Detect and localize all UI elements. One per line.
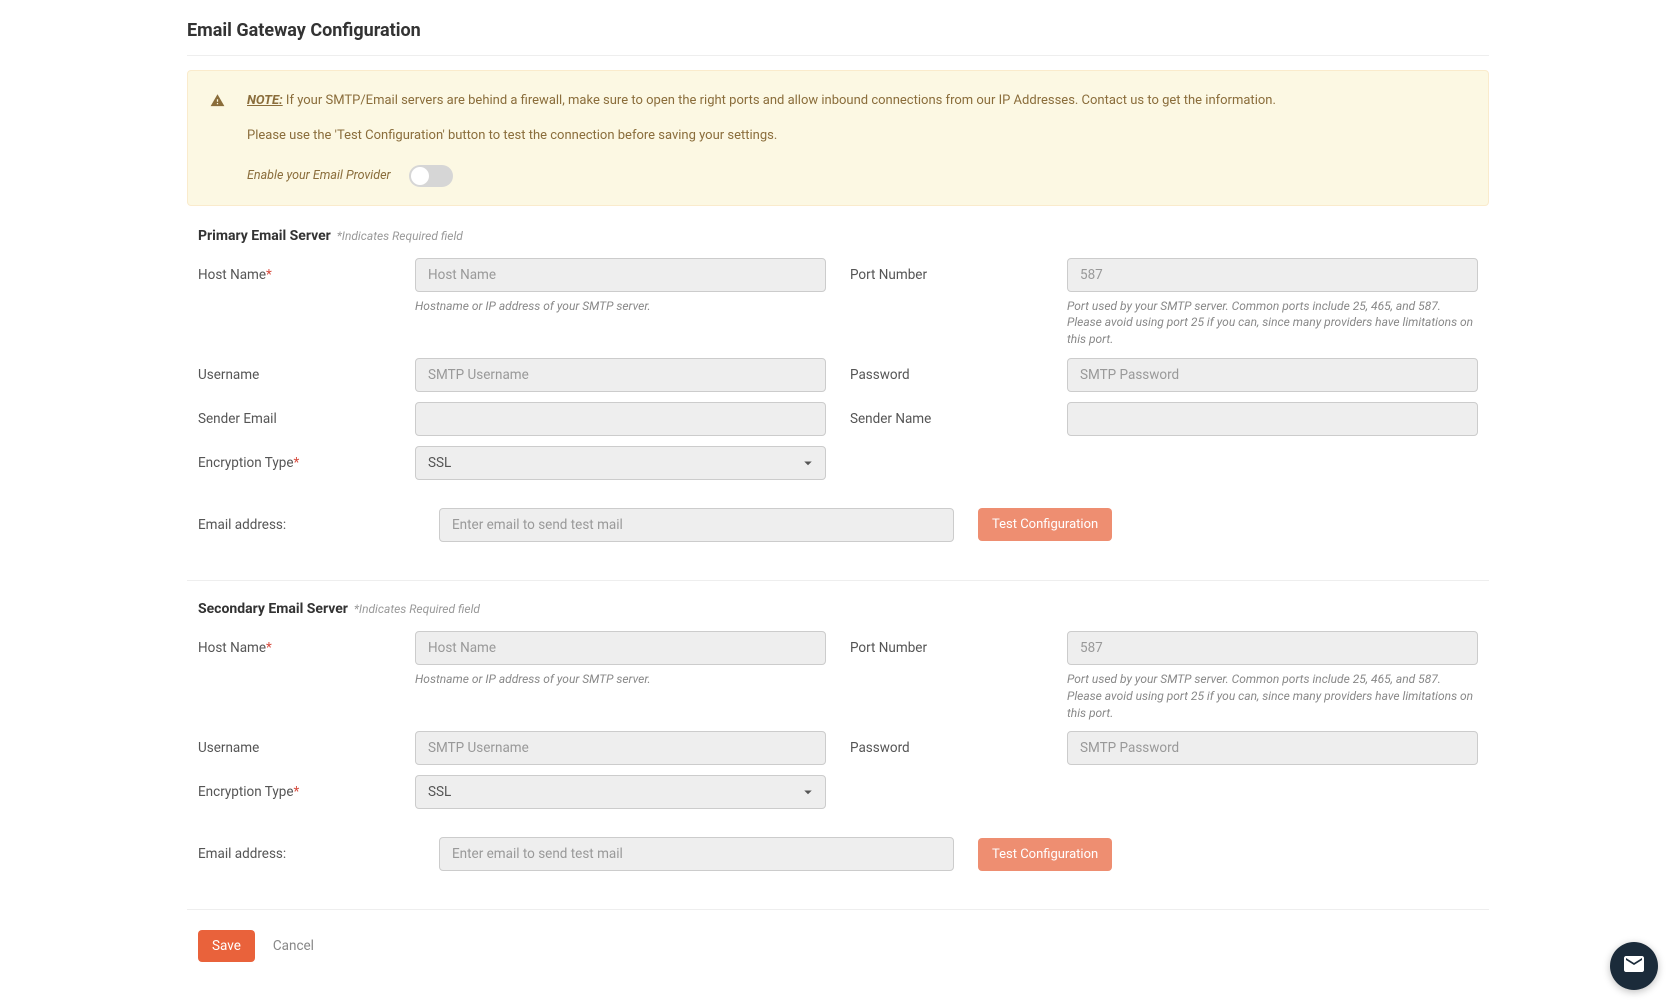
secondary-port-input[interactable]: [1067, 631, 1478, 665]
secondary-port-help: Port used by your SMTP server. Common po…: [1067, 671, 1478, 721]
secondary-form: Host Name* Hostname or IP address of you…: [187, 631, 1489, 889]
divider: [187, 580, 1489, 581]
mail-icon: [1622, 952, 1646, 980]
primary-test-button[interactable]: Test Configuration: [978, 508, 1112, 541]
primary-hostname-label: Host Name*: [198, 258, 415, 283]
note-text-line1: NOTE: If your SMTP/Email servers are beh…: [247, 91, 1466, 112]
secondary-username-label: Username: [198, 731, 415, 756]
primary-sender-email-input[interactable]: [415, 402, 826, 436]
secondary-hostname-help: Hostname or IP address of your SMTP serv…: [415, 671, 826, 688]
primary-test-email-input[interactable]: [439, 508, 954, 542]
secondary-password-label: Password: [850, 731, 1067, 756]
primary-test-email-label: Email address:: [198, 517, 415, 533]
required-note: *Indicates Required field: [337, 229, 463, 243]
secondary-hostname-label: Host Name*: [198, 631, 415, 656]
note-alert: NOTE: If your SMTP/Email servers are beh…: [187, 70, 1489, 206]
primary-sender-name-input[interactable]: [1067, 402, 1478, 436]
primary-port-input[interactable]: [1067, 258, 1478, 292]
primary-encryption-label: Encryption Type*: [198, 446, 415, 471]
primary-sender-email-label: Sender Email: [198, 402, 415, 427]
primary-form: Host Name* Hostname or IP address of you…: [187, 258, 1489, 560]
secondary-hostname-input[interactable]: [415, 631, 826, 665]
secondary-encryption-label: Encryption Type*: [198, 775, 415, 800]
primary-port-label: Port Number: [850, 258, 1067, 283]
secondary-password-input[interactable]: [1067, 731, 1478, 765]
primary-encryption-select[interactable]: SSL: [415, 446, 826, 480]
secondary-test-email-input[interactable]: [439, 837, 954, 871]
enable-provider-toggle[interactable]: [409, 165, 453, 187]
note-label: NOTE:: [247, 93, 283, 108]
secondary-port-label: Port Number: [850, 631, 1067, 656]
note-body: If your SMTP/Email servers are behind a …: [283, 93, 1276, 108]
primary-sender-name-label: Sender Name: [850, 402, 1067, 427]
enable-provider-label: Enable your Email Provider: [247, 166, 391, 186]
primary-username-label: Username: [198, 358, 415, 383]
primary-section-title: Primary Email Server: [198, 228, 331, 244]
primary-username-input[interactable]: [415, 358, 826, 392]
secondary-section-title: Secondary Email Server: [198, 601, 348, 617]
required-note-2: *Indicates Required field: [354, 602, 480, 616]
secondary-username-input[interactable]: [415, 731, 826, 765]
divider-2: [187, 909, 1489, 910]
page-title: Email Gateway Configuration: [187, 20, 1489, 56]
note-text-line2: Please use the 'Test Configuration' butt…: [247, 126, 1466, 147]
primary-port-help: Port used by your SMTP server. Common po…: [1067, 298, 1478, 348]
primary-hostname-input[interactable]: [415, 258, 826, 292]
secondary-test-email-label: Email address:: [198, 846, 415, 862]
cancel-button[interactable]: Cancel: [273, 938, 314, 954]
primary-hostname-help: Hostname or IP address of your SMTP serv…: [415, 298, 826, 315]
secondary-encryption-select[interactable]: SSL: [415, 775, 826, 809]
secondary-test-button[interactable]: Test Configuration: [978, 838, 1112, 871]
save-button[interactable]: Save: [198, 930, 255, 962]
primary-password-label: Password: [850, 358, 1067, 383]
chat-fab[interactable]: [1610, 942, 1658, 990]
warning-icon: [210, 91, 225, 187]
primary-password-input[interactable]: [1067, 358, 1478, 392]
